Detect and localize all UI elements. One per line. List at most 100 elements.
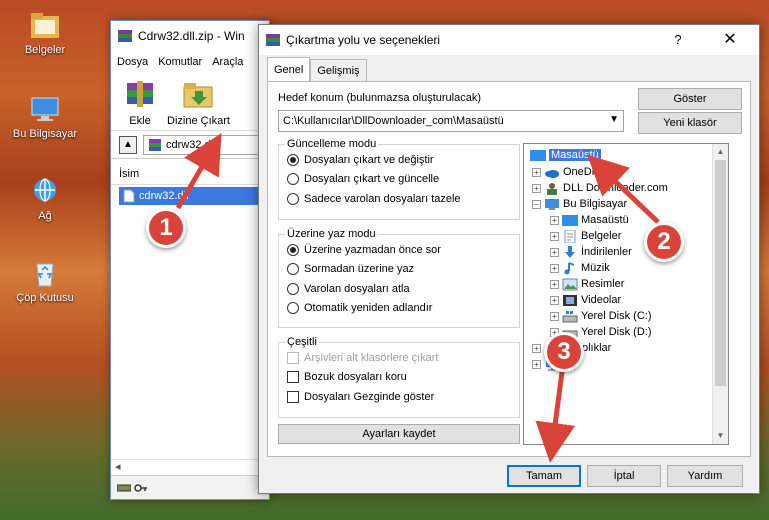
radio-indicator[interactable] — [287, 282, 299, 295]
cloud-icon — [545, 169, 559, 178]
expand-icon[interactable]: + — [550, 263, 559, 273]
checkbox-indicator[interactable] — [287, 390, 299, 403]
desktop-icon-this-pc[interactable]: Bu Bilgisayar — [0, 94, 90, 140]
add-button-label: Ekle — [129, 115, 151, 127]
tree-node-dll-downloader[interactable]: + DLL Downloader.com — [532, 180, 668, 196]
expand-icon[interactable]: + — [532, 343, 541, 353]
arrow-up-icon: ▲ — [123, 139, 133, 150]
radio-indicator[interactable] — [287, 192, 299, 205]
checkbox-show-in-explorer[interactable]: Dosyaları Gezginde göster — [279, 387, 519, 407]
tree-node-label: DLL Downloader.com — [563, 182, 668, 194]
film-icon — [563, 294, 577, 306]
winrar-title: Cdrw32.dll.zip - Win — [138, 29, 245, 43]
column-header-name[interactable]: İsim — [111, 163, 269, 185]
archive-path-field[interactable]: cdrw32.dll. — [143, 134, 269, 155]
desktop-icon — [562, 214, 578, 226]
tab-advanced[interactable]: Gelişmiş — [310, 59, 367, 81]
menu-tools[interactable]: Araçla — [212, 56, 243, 68]
radio-label: Varolan dosyaları atla — [304, 282, 410, 295]
radio-skip-existing[interactable]: Varolan dosyaları atla — [279, 279, 519, 299]
cancel-button[interactable]: İptal — [587, 465, 661, 487]
add-button[interactable]: Ekle — [123, 77, 157, 127]
up-folder-button[interactable]: ▲ — [119, 135, 137, 154]
folder-tree[interactable]: Masaüstü + OneDrive + DLL Downloader.com… — [523, 143, 729, 445]
tree-node-pictures[interactable]: + Resimler — [550, 276, 624, 292]
scroll-up-icon[interactable]: ▲ — [713, 144, 728, 160]
tab-general[interactable]: Genel — [267, 57, 311, 81]
destination-path-combobox[interactable]: C:\Kullanıcılar\DllDownloader_com\Masaüs… — [278, 110, 624, 132]
radio-indicator[interactable] — [287, 263, 299, 276]
dialog-titlebar[interactable]: Çıkartma yolu ve seçenekleri ? ✕ — [259, 25, 759, 55]
expand-icon[interactable]: + — [532, 359, 541, 369]
scroll-down-icon[interactable]: ▼ — [713, 428, 728, 444]
archive-add-icon — [127, 81, 153, 107]
radio-extract-replace[interactable]: Dosyaları çıkart ve değiştir — [279, 150, 519, 170]
tree-node-label: Bu Bilgisayar — [563, 198, 628, 210]
extraction-dialog: Çıkartma yolu ve seçenekleri ? ✕ Genel G… — [258, 24, 760, 494]
expand-icon[interactable]: + — [550, 295, 559, 305]
save-settings-button[interactable]: Ayarları kaydet — [278, 424, 520, 444]
extract-to-button[interactable]: Dizine Çıkart — [167, 77, 230, 127]
tree-node-pc-desktop[interactable]: + Masaüstü — [550, 212, 629, 228]
horizontal-scrollbar[interactable]: ◂ — [111, 459, 269, 473]
expand-icon[interactable]: + — [532, 167, 541, 177]
winrar-app-icon — [266, 34, 280, 46]
collapse-icon[interactable]: − — [532, 199, 541, 209]
help-question-button[interactable]: ? — [667, 29, 689, 51]
radio-extract-update[interactable]: Dosyaları çıkart ve güncelle — [279, 170, 519, 190]
radio-indicator[interactable] — [287, 173, 299, 186]
desktop-icon-documents[interactable]: Belgeler — [0, 10, 90, 56]
drive-icon — [117, 484, 131, 491]
radio-label: Otomatik yeniden adlandır — [304, 302, 433, 315]
tree-node-music[interactable]: + Müzik — [550, 260, 610, 276]
expand-icon[interactable]: + — [550, 279, 559, 289]
tree-node-label: OneDrive — [563, 166, 610, 178]
radio-rename-automatically[interactable]: Otomatik yeniden adlandır — [279, 299, 519, 319]
tree-node-documents[interactable]: + Belgeler — [550, 228, 621, 244]
radio-indicator[interactable] — [287, 243, 299, 256]
tree-node-videos[interactable]: + Videolar — [550, 292, 621, 308]
checkbox-indicator[interactable] — [287, 371, 299, 384]
desktop-icon-network[interactable]: Ağ — [0, 176, 90, 222]
menu-file[interactable]: Dosya — [117, 56, 148, 68]
desktop-icon-recycle-bin[interactable]: Çöp Kutusu — [0, 258, 90, 304]
radio-fresh-existing[interactable]: Sadece varolan dosyaları tazele — [279, 189, 519, 209]
new-folder-button[interactable]: Yeni klasör — [638, 112, 742, 134]
close-button[interactable]: ✕ — [719, 29, 741, 51]
expand-icon[interactable]: + — [532, 183, 541, 193]
ok-button[interactable]: Tamam — [507, 465, 581, 487]
tree-node-label: İndirilenler — [581, 246, 632, 258]
menu-commands[interactable]: Komutlar — [158, 56, 202, 68]
key-icon — [134, 483, 147, 492]
chevron-down-icon[interactable]: ▼ — [609, 114, 619, 125]
checkbox-keep-broken-files[interactable]: Bozuk dosyaları koru — [279, 368, 519, 388]
radio-indicator[interactable] — [287, 302, 299, 315]
expand-icon[interactable]: + — [550, 231, 559, 241]
tree-node-label: Müzik — [581, 262, 610, 274]
callout-step-3: 3 — [544, 332, 584, 372]
tree-node-desktop[interactable]: Masaüstü — [530, 147, 601, 163]
desktop-icon-label: Ağ — [38, 210, 52, 222]
file-row[interactable]: cdrw32.dll — [119, 187, 261, 205]
scroll-thumb[interactable] — [715, 160, 726, 386]
tree-node-label: Yerel Disk (C:) — [581, 310, 652, 322]
tree-node-onedrive[interactable]: + OneDrive — [532, 164, 609, 180]
expand-icon[interactable]: + — [550, 215, 559, 225]
tree-node-local-disk-c[interactable]: + Yerel Disk (C:) — [550, 308, 652, 324]
tree-node-this-pc[interactable]: − Bu Bilgisayar — [532, 196, 627, 212]
expand-icon[interactable]: + — [550, 247, 559, 257]
documents-icon — [564, 229, 576, 243]
winrar-titlebar[interactable]: Cdrw32.dll.zip - Win — [111, 21, 269, 51]
radio-indicator[interactable] — [287, 153, 299, 166]
show-button[interactable]: Göster — [638, 88, 742, 110]
file-name: cdrw32.dll — [139, 190, 189, 202]
help-button[interactable]: Yardım — [667, 465, 743, 487]
desktop-icon-label: Belgeler — [24, 44, 66, 56]
tree-node-label: Yerel Disk (D:) — [581, 326, 652, 338]
tree-node-downloads[interactable]: + İndirilenler — [550, 244, 632, 260]
radio-overwrite-without-prompt[interactable]: Sormadan üzerine yaz — [279, 260, 519, 280]
tree-scrollbar[interactable]: ▲ ▼ — [712, 144, 728, 444]
tree-node-label: Masaüstü — [581, 214, 629, 226]
radio-ask-before-overwrite[interactable]: Üzerine yazmadan önce sor — [279, 240, 519, 260]
expand-icon[interactable]: + — [550, 311, 559, 321]
